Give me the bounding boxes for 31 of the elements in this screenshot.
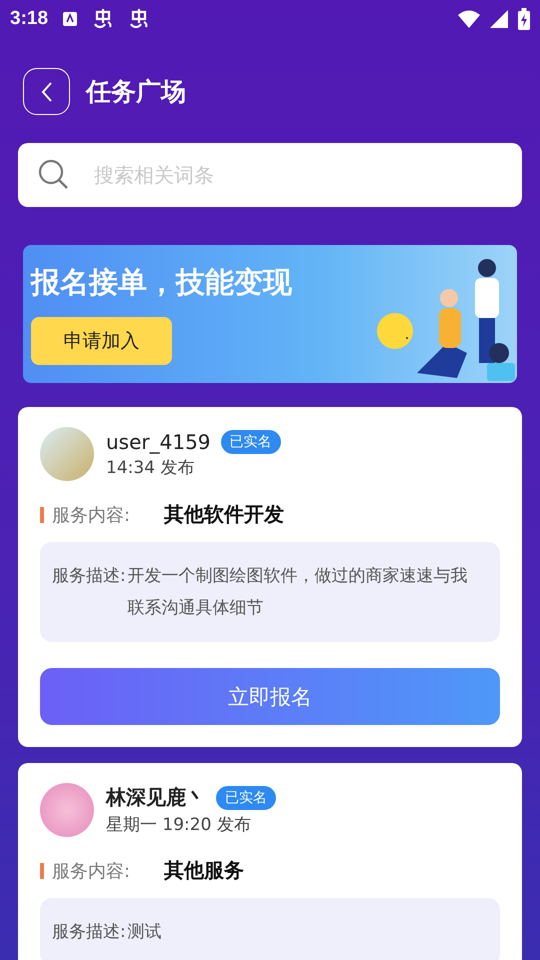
battery-icon [518,8,530,30]
notification-icon [62,11,78,27]
description-text: 开发一个制图绘图软件，做过的商家速速与我联系沟通具体细节 [128,565,469,620]
verified-badge: 已实名 [220,430,281,454]
description-text: 测试 [128,921,162,944]
description-label: 服务描述: [52,921,126,944]
description-label: 服务描述: [52,565,126,588]
user-name: 林深见鹿丶 [106,784,206,811]
content-label: 服务内容: [52,504,132,526]
post-time: 14:34 发布 [106,456,196,478]
promo-banner[interactable]: 报名接单，技能变现 申请加入 [23,245,517,383]
status-time: 3:18 [10,8,48,30]
verified-badge: 已实名 [216,786,276,810]
content-label: 服务内容: [52,860,132,882]
app-notification-icon [92,9,114,29]
service-content: 其他软件开发 [164,501,284,528]
chevron-left-icon [40,80,54,102]
signal-icon [490,10,508,28]
search-icon [38,159,70,191]
service-content: 其他服务 [164,857,244,884]
post-time: 星期一 19:20 发布 [106,814,252,836]
join-button[interactable]: 申请加入 [31,317,172,365]
page-title: 任务广场 [86,76,186,108]
app-notification-icon [128,9,150,29]
user-name: user_4159 [106,430,211,454]
back-button[interactable] [23,68,70,115]
banner-headline: 报名接单，技能变现 [31,264,292,301]
avatar [40,427,94,481]
wifi-icon [458,10,480,28]
avatar [40,783,94,837]
apply-button[interactable]: 立即报名 [40,668,500,725]
